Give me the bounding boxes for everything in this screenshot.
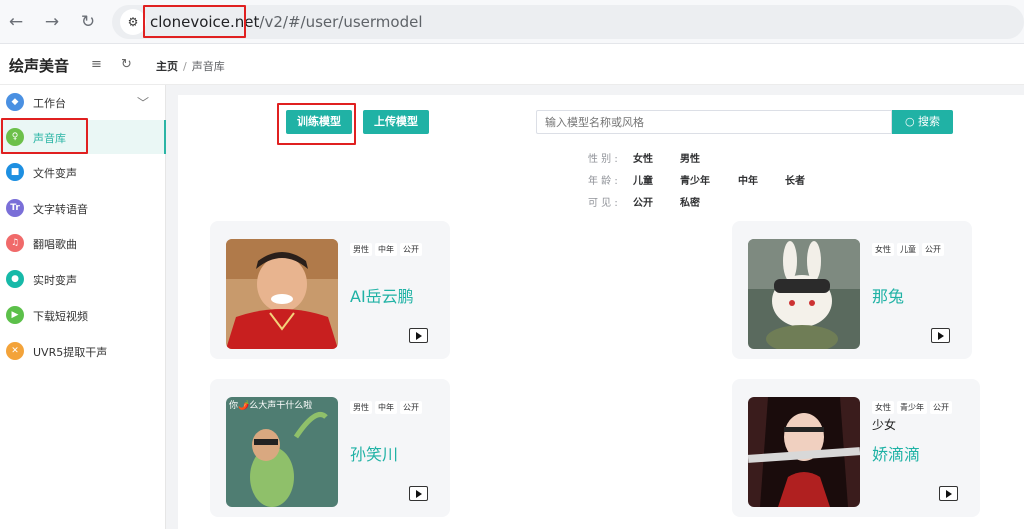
tag: 中年 [375,243,397,256]
tag-list: 女性 儿童 公开 [872,237,947,256]
filter-label: 性 别 : [588,154,618,165]
meme-caption: 你🌶️么大声干什么啦 [229,401,313,411]
voice-card[interactable]: 你🌶️么大声干什么啦 男性 中年 公开 孙笑川 [210,379,450,517]
play-icon[interactable] [409,328,428,343]
text-icon: Tr [6,199,24,217]
tag: 青少年 [897,401,927,414]
sidebar-item-label: UVR5提取干声 [33,346,108,359]
portrait-image [226,239,338,349]
filter-label: 年 龄 : [588,176,618,187]
search-button[interactable]: ○ 搜索 [892,110,953,134]
diamond-icon: ◆ [6,93,24,111]
voice-thumbnail: 你🌶️么大声干什么啦 [226,397,338,507]
tag: 女性 [872,243,894,256]
rabbit-image [748,239,860,349]
sidebar-item-label: 文字转语音 [33,203,88,216]
tag: 儿童 [897,243,919,256]
filter-option[interactable]: 私密 [680,194,700,209]
upload-model-button[interactable]: 上传模型 [363,110,429,134]
highlight-box-voice-library [1,118,88,154]
chevron-down-icon[interactable]: ﹀ [137,94,149,111]
voice-name[interactable]: AI岳云鹏 [350,283,414,307]
breadcrumb: 主页 / 声音库 [156,58,225,74]
play-icon[interactable] [939,486,958,501]
sidebar-item-label: 工作台 [33,97,66,110]
app-logo: 绘声美音 [9,57,70,75]
tag: 公开 [400,401,422,414]
search-button-label: 搜索 [918,115,941,128]
highlight-box-url [143,5,246,38]
voice-thumbnail [226,239,338,349]
music-icon: ♫ [6,234,24,252]
tag-list: 女性 青少年 公开 [872,395,955,414]
voice-thumbnail [748,397,860,507]
reload-icon[interactable]: ↻ [76,10,100,34]
voice-name[interactable]: 娇滴滴 [872,441,920,465]
breadcrumb-current: 声音库 [191,60,225,73]
menu-toggle-icon[interactable]: ≡ [91,57,102,72]
play-icon[interactable] [409,486,428,501]
breadcrumb-home[interactable]: 主页 [156,60,178,73]
live-icon: ● [6,270,24,288]
filter-label: 可 见 : [588,198,618,209]
voice-description: 少女 [872,418,897,432]
tag: 女性 [872,401,894,414]
sidebar-item-realtime-voice-change[interactable]: ● 实时变声 [0,262,166,296]
tag: 公开 [922,243,944,256]
sidebar-item-label: 翻唱歌曲 [33,238,77,251]
filter-option[interactable]: 女性 [633,150,653,165]
tag: 公开 [400,243,422,256]
sidebar-item-file-voice-change[interactable]: ■ 文件变声 [0,155,166,189]
voice-name[interactable]: 那兔 [872,283,904,307]
tag: 中年 [375,401,397,414]
sidebar-item-song-cover[interactable]: ♫ 翻唱歌曲 [0,226,166,260]
url-path: /v2/#/user/usermodel [259,13,423,31]
sidebar-item-text-to-speech[interactable]: Tr 文字转语音 [0,191,166,225]
sidebar-item-label: 文件变声 [33,167,77,180]
tag-list: 男性 中年 公开 [350,395,425,414]
voice-card[interactable]: 女性 青少年 公开 少女 娇滴滴 [732,379,980,517]
tag: 男性 [350,401,372,414]
sidebar-item-label: 实时变声 [33,274,77,287]
play-icon[interactable] [931,328,950,343]
address-bar[interactable]: ⚙ clonevoice.net/v2/#/user/usermodel [112,5,1024,39]
voice-thumbnail [748,239,860,349]
voice-library-panel: 训练模型 上传模型 ○ 搜索 性 别 : 女性 男性 年 龄 : 儿童 青少年 … [178,95,1024,529]
filter-option[interactable]: 男性 [680,150,700,165]
filter-option[interactable]: 青少年 [680,172,710,187]
video-icon: ■ [6,163,24,181]
app-header: 绘声美音 ≡ ↻ 主页 / 声音库 [0,45,1024,85]
filter-option[interactable]: 儿童 [633,172,653,187]
forward-icon[interactable]: → [40,10,64,34]
sidebar-item-download-video[interactable]: ▶ 下载短视频 [0,298,166,332]
breadcrumb-separator: / [183,60,187,73]
sidebar-item-workbench[interactable]: ◆ 工作台 ﹀ [0,85,166,119]
refresh-icon[interactable]: ↻ [121,57,132,72]
tool-icon: ✕ [6,342,24,360]
play-icon: ▶ [6,306,24,324]
voice-card[interactable]: 男性 中年 公开 AI岳云鹏 [210,221,450,359]
highlight-box-train [277,103,356,145]
tag: 男性 [350,243,372,256]
portrait-image [748,397,860,507]
sidebar-item-label: 下载短视频 [33,310,88,323]
filter-option[interactable]: 公开 [633,194,653,209]
voice-name[interactable]: 孙笑川 [350,441,398,465]
filter-option[interactable]: 长者 [785,172,805,187]
sidebar-item-uvr5[interactable]: ✕ UVR5提取干声 [0,334,166,368]
search-icon: ○ [904,115,915,128]
voice-card[interactable]: 女性 儿童 公开 那兔 [732,221,972,359]
tag-list: 男性 中年 公开 [350,237,425,256]
main-content: 训练模型 上传模型 ○ 搜索 性 别 : 女性 男性 年 龄 : 儿童 青少年 … [166,85,1024,529]
filter-option[interactable]: 中年 [738,172,758,187]
meme-image [226,397,338,507]
search-input[interactable] [536,110,892,134]
tag: 公开 [930,401,952,414]
back-icon[interactable]: ← [4,10,28,34]
